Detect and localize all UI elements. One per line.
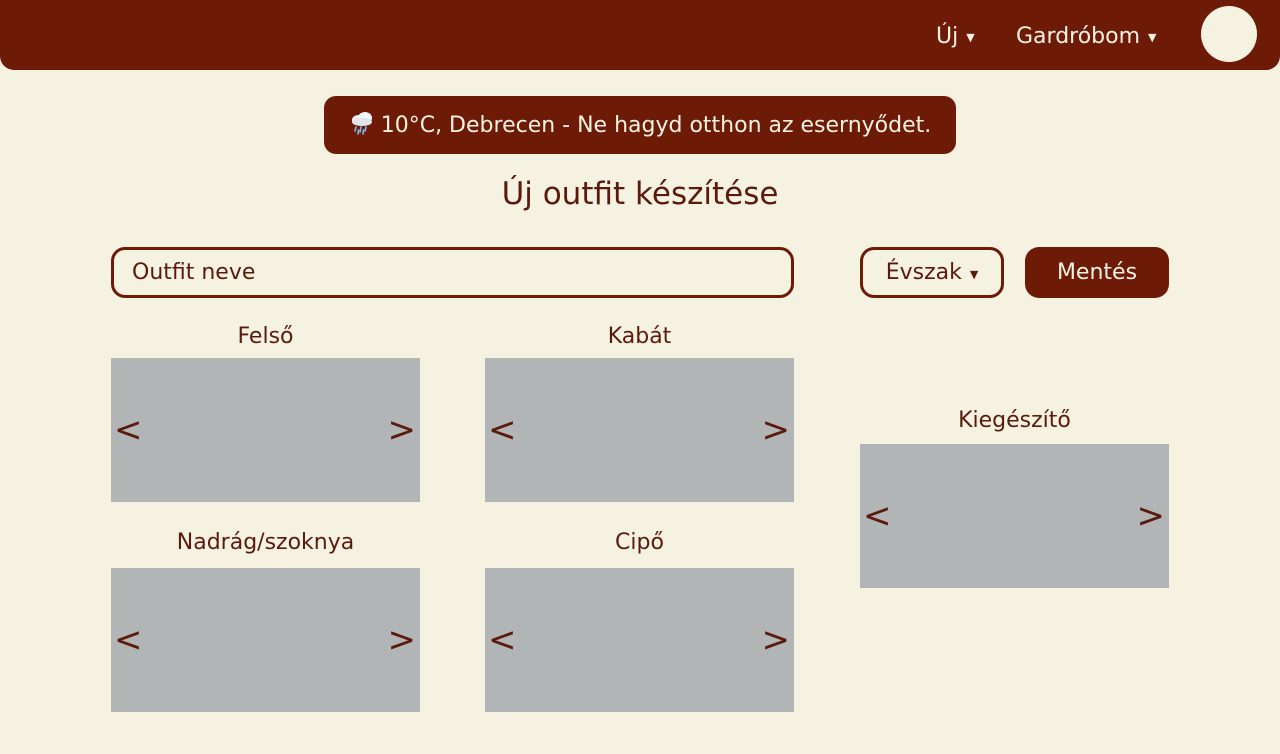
slot-coat-carousel: < > xyxy=(485,358,794,502)
prev-arrow-button[interactable]: < xyxy=(863,499,892,533)
nav-wardrobe-label: Gardróbom xyxy=(1016,23,1141,49)
next-arrow-button[interactable]: > xyxy=(762,413,791,447)
slot-label-shoes: Cipő xyxy=(615,530,664,555)
page-title: Új outfit készítése xyxy=(501,176,779,212)
weather-banner: 10°C, Debrecen - Ne hagyd otthon az eser… xyxy=(324,96,956,154)
weather-text: 10°C, Debrecen - Ne hagyd otthon az eser… xyxy=(380,112,932,138)
nav-wardrobe-menu[interactable]: Gardróbom ▼ xyxy=(1016,20,1157,52)
caret-down-icon: ▼ xyxy=(966,30,975,44)
rain-cloud-icon xyxy=(349,110,375,136)
slot-accessory-carousel: < > xyxy=(860,444,1169,588)
season-select[interactable]: Évszak ▼ xyxy=(860,247,1004,298)
slot-label-coat: Kabát xyxy=(607,324,672,349)
next-arrow-button[interactable]: > xyxy=(762,623,791,657)
save-button[interactable]: Mentés xyxy=(1025,247,1169,298)
season-select-label: Évszak xyxy=(885,260,962,285)
caret-down-icon: ▼ xyxy=(969,268,979,281)
outfit-name-input[interactable] xyxy=(111,247,794,298)
avatar[interactable] xyxy=(1201,6,1257,62)
slot-bottom-carousel: < > xyxy=(111,568,420,712)
next-arrow-button[interactable]: > xyxy=(388,413,417,447)
next-arrow-button[interactable]: > xyxy=(1137,499,1166,533)
slot-label-bottom: Nadrág/szoknya xyxy=(176,530,355,555)
slot-label-accessory: Kiegészítő xyxy=(958,408,1071,433)
nav-new-menu[interactable]: Új ▼ xyxy=(936,20,975,52)
prev-arrow-button[interactable]: < xyxy=(488,623,517,657)
slot-label-top: Felső xyxy=(237,324,294,349)
nav-new-label: Új xyxy=(936,23,959,49)
prev-arrow-button[interactable]: < xyxy=(114,623,143,657)
prev-arrow-button[interactable]: < xyxy=(114,413,143,447)
caret-down-icon: ▼ xyxy=(1148,30,1157,44)
top-nav-bar: Új ▼ Gardróbom ▼ xyxy=(0,0,1280,70)
slot-shoes-carousel: < > xyxy=(485,568,794,712)
prev-arrow-button[interactable]: < xyxy=(488,413,517,447)
next-arrow-button[interactable]: > xyxy=(388,623,417,657)
slot-top-carousel: < > xyxy=(111,358,420,502)
